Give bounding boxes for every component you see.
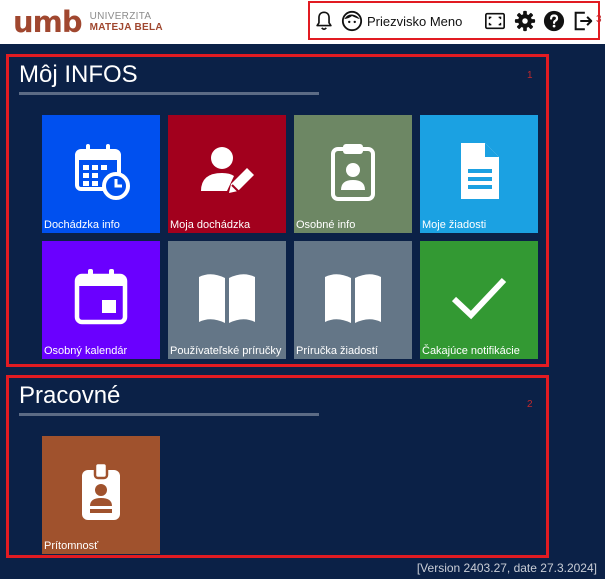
tile-label: Osobné info bbox=[296, 219, 356, 231]
bell-icon[interactable] bbox=[313, 10, 335, 32]
book-icon bbox=[199, 274, 255, 323]
version-info: [Version 2403.27, date 27.3.2024] bbox=[416, 561, 597, 575]
section-divider bbox=[19, 413, 319, 416]
user-toolbar: Priezvisko Meno bbox=[308, 1, 600, 40]
section-pracovne: Pracovné 2 Prítomnosť bbox=[6, 375, 549, 558]
id-badge-icon bbox=[82, 462, 120, 520]
top-bar: umb UNIVERZITA MATEJA BELA Priezvisko Me… bbox=[0, 0, 605, 44]
document-icon bbox=[461, 143, 499, 199]
tile-pouzivatelske-prirucky[interactable]: Používateľské príručky bbox=[168, 241, 286, 359]
logo-line-name: MATEJA BELA bbox=[89, 22, 163, 33]
checkmark-icon bbox=[451, 277, 507, 320]
logout-icon[interactable] bbox=[572, 10, 594, 32]
calendar-clock-icon bbox=[75, 144, 130, 200]
tile-osobne-info[interactable]: Osobné info bbox=[294, 115, 412, 233]
region-label-section-2: 2 bbox=[527, 399, 533, 410]
tile-label: Dochádzka info bbox=[44, 219, 120, 231]
tile-label: Čakajúce notifikácie bbox=[422, 345, 520, 357]
tile-label: Prítomnosť bbox=[44, 540, 99, 552]
book-icon bbox=[325, 274, 381, 323]
region-label-toolbar: 3 bbox=[596, 14, 602, 25]
tile-cakajuce-notifikacie[interactable]: Čakajúce notifikácie bbox=[420, 241, 538, 359]
user-avatar-icon bbox=[341, 10, 363, 32]
tile-dochadzka-info[interactable]: Dochádzka info bbox=[42, 115, 160, 233]
region-label-section-1: 1 bbox=[527, 70, 533, 81]
tile-prirucka-ziadosti[interactable]: Príručka žiadostí bbox=[294, 241, 412, 359]
tile-label: Moja dochádzka bbox=[170, 219, 251, 231]
university-logo[interactable]: umb UNIVERZITA MATEJA BELA bbox=[13, 5, 163, 39]
section-title: Pracovné bbox=[19, 382, 121, 409]
tile-label: Moje žiadosti bbox=[422, 219, 487, 231]
clipboard-user-icon bbox=[331, 144, 375, 201]
tile-pritomnost[interactable]: Prítomnosť bbox=[42, 436, 160, 554]
tile-osobny-kalendar[interactable]: Osobný kalendár bbox=[42, 241, 160, 359]
section-title: Môj INFOS bbox=[19, 61, 138, 88]
user-menu[interactable]: Priezvisko Meno bbox=[341, 9, 462, 33]
tile-label: Osobný kalendár bbox=[44, 345, 128, 357]
help-icon[interactable] bbox=[543, 10, 565, 32]
tile-moje-ziadosti[interactable]: Moje žiadosti bbox=[420, 115, 538, 233]
fullscreen-icon[interactable] bbox=[484, 10, 506, 32]
logo-mark: umb bbox=[13, 5, 83, 39]
tile-label: Príručka žiadostí bbox=[296, 345, 378, 357]
user-name: Priezvisko Meno bbox=[367, 13, 463, 29]
calendar-icon bbox=[74, 269, 128, 325]
tile-label: Používateľské príručky bbox=[170, 345, 282, 357]
tile-moja-dochadzka[interactable]: Moja dochádzka bbox=[168, 115, 286, 233]
logo-line-university: UNIVERZITA bbox=[89, 11, 152, 22]
logo-text: UNIVERZITA MATEJA BELA bbox=[90, 11, 163, 33]
section-moj-infos: Môj INFOS 1 Dochádzka info Moja dochádzk… bbox=[6, 54, 549, 367]
gear-icon[interactable] bbox=[514, 10, 536, 32]
user-edit-icon bbox=[201, 147, 254, 193]
section-divider bbox=[19, 92, 319, 95]
